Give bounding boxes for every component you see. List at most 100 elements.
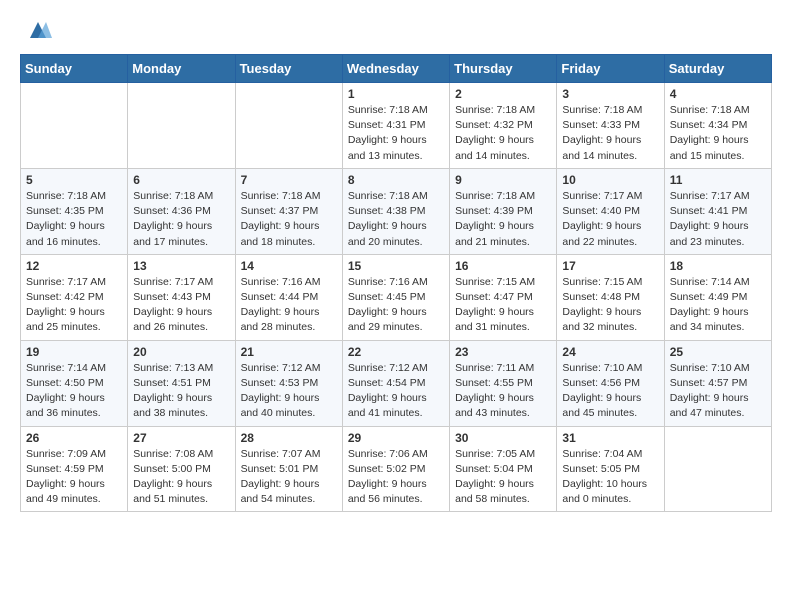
calendar-table: SundayMondayTuesdayWednesdayThursdayFrid…	[20, 54, 772, 512]
day-number: 21	[241, 345, 337, 359]
day-info: Sunrise: 7:11 AM Sunset: 4:55 PM Dayligh…	[455, 361, 551, 422]
logo-icon	[24, 16, 52, 44]
header-cell-sunday: Sunday	[21, 55, 128, 83]
day-info: Sunrise: 7:06 AM Sunset: 5:02 PM Dayligh…	[348, 447, 444, 508]
calendar-cell: 22 Sunrise: 7:12 AM Sunset: 4:54 PM Dayli…	[342, 340, 449, 426]
calendar-cell: 6Sunrise: 7:18 AM Sunset: 4:36 PM Daylig…	[128, 168, 235, 254]
day-info: Sunrise: 7:17 AM Sunset: 4:42 PM Dayligh…	[26, 275, 122, 336]
day-number: 17	[562, 259, 658, 273]
day-info: Sunrise: 7:14 AM Sunset: 4:49 PM Dayligh…	[670, 275, 766, 336]
day-number: 30	[455, 431, 551, 445]
day-number: 11	[670, 173, 766, 187]
day-info: Sunrise: 7:18 AM Sunset: 4:35 PM Dayligh…	[26, 189, 122, 250]
header-cell-monday: Monday	[128, 55, 235, 83]
day-info: Sunrise: 7:05 AM Sunset: 5:04 PM Dayligh…	[455, 447, 551, 508]
logo	[20, 16, 52, 44]
day-number: 2	[455, 87, 551, 101]
page: SundayMondayTuesdayWednesdayThursdayFrid…	[0, 0, 792, 528]
calendar-cell: 13Sunrise: 7:17 AM Sunset: 4:43 PM Dayli…	[128, 254, 235, 340]
calendar-cell: 21Sunrise: 7:12 AM Sunset: 4:53 PM Dayli…	[235, 340, 342, 426]
day-info: Sunrise: 7:18 AM Sunset: 4:38 PM Dayligh…	[348, 189, 444, 250]
calendar-cell: 28Sunrise: 7:07 AM Sunset: 5:01 PM Dayli…	[235, 426, 342, 512]
day-number: 18	[670, 259, 766, 273]
calendar-cell: 25 Sunrise: 7:10 AM Sunset: 4:57 PM Dayli…	[664, 340, 771, 426]
week-row-1: 1 Sunrise: 7:18 AM Sunset: 4:31 PM Daylig…	[21, 83, 772, 169]
day-number: 28	[241, 431, 337, 445]
day-info: Sunrise: 7:18 AM Sunset: 4:34 PM Dayligh…	[670, 103, 766, 164]
calendar-cell: 23 Sunrise: 7:11 AM Sunset: 4:55 PM Dayli…	[450, 340, 557, 426]
calendar-cell: 1 Sunrise: 7:18 AM Sunset: 4:31 PM Daylig…	[342, 83, 449, 169]
calendar-cell	[235, 83, 342, 169]
day-number: 22	[348, 345, 444, 359]
day-number: 12	[26, 259, 122, 273]
day-info: Sunrise: 7:14 AM Sunset: 4:50 PM Dayligh…	[26, 361, 122, 422]
calendar-cell: 10Sunrise: 7:17 AM Sunset: 4:40 PM Dayli…	[557, 168, 664, 254]
day-number: 9	[455, 173, 551, 187]
day-info: Sunrise: 7:18 AM Sunset: 4:39 PM Dayligh…	[455, 189, 551, 250]
day-number: 27	[133, 431, 229, 445]
week-row-3: 12 Sunrise: 7:17 AM Sunset: 4:42 PM Dayli…	[21, 254, 772, 340]
day-number: 7	[241, 173, 337, 187]
day-info: Sunrise: 7:09 AM Sunset: 4:59 PM Dayligh…	[26, 447, 122, 508]
header-cell-saturday: Saturday	[664, 55, 771, 83]
day-number: 5	[26, 173, 122, 187]
day-number: 29	[348, 431, 444, 445]
header-cell-tuesday: Tuesday	[235, 55, 342, 83]
calendar-cell: 26 Sunrise: 7:09 AM Sunset: 4:59 PM Dayli…	[21, 426, 128, 512]
calendar-cell: 31 Sunrise: 7:04 AM Sunset: 5:05 PM Dayli…	[557, 426, 664, 512]
day-number: 15	[348, 259, 444, 273]
day-number: 26	[26, 431, 122, 445]
calendar-cell: 2Sunrise: 7:18 AM Sunset: 4:32 PM Daylig…	[450, 83, 557, 169]
calendar-cell: 5 Sunrise: 7:18 AM Sunset: 4:35 PM Daylig…	[21, 168, 128, 254]
calendar-cell: 12 Sunrise: 7:17 AM Sunset: 4:42 PM Dayli…	[21, 254, 128, 340]
day-info: Sunrise: 7:10 AM Sunset: 4:56 PM Dayligh…	[562, 361, 658, 422]
day-info: Sunrise: 7:17 AM Sunset: 4:43 PM Dayligh…	[133, 275, 229, 336]
day-number: 19	[26, 345, 122, 359]
day-number: 23	[455, 345, 551, 359]
day-info: Sunrise: 7:12 AM Sunset: 4:54 PM Dayligh…	[348, 361, 444, 422]
calendar-cell: 8 Sunrise: 7:18 AM Sunset: 4:38 PM Daylig…	[342, 168, 449, 254]
day-number: 31	[562, 431, 658, 445]
week-row-5: 26 Sunrise: 7:09 AM Sunset: 4:59 PM Dayli…	[21, 426, 772, 512]
calendar-cell: 18 Sunrise: 7:14 AM Sunset: 4:49 PM Dayli…	[664, 254, 771, 340]
calendar-cell: 16Sunrise: 7:15 AM Sunset: 4:47 PM Dayli…	[450, 254, 557, 340]
day-info: Sunrise: 7:18 AM Sunset: 4:33 PM Dayligh…	[562, 103, 658, 164]
day-info: Sunrise: 7:15 AM Sunset: 4:48 PM Dayligh…	[562, 275, 658, 336]
calendar-cell	[664, 426, 771, 512]
day-info: Sunrise: 7:17 AM Sunset: 4:40 PM Dayligh…	[562, 189, 658, 250]
day-number: 16	[455, 259, 551, 273]
day-info: Sunrise: 7:18 AM Sunset: 4:31 PM Dayligh…	[348, 103, 444, 164]
day-number: 6	[133, 173, 229, 187]
day-number: 1	[348, 87, 444, 101]
header	[20, 16, 772, 44]
day-info: Sunrise: 7:10 AM Sunset: 4:57 PM Dayligh…	[670, 361, 766, 422]
calendar-cell: 15 Sunrise: 7:16 AM Sunset: 4:45 PM Dayli…	[342, 254, 449, 340]
calendar-cell: 11 Sunrise: 7:17 AM Sunset: 4:41 PM Dayli…	[664, 168, 771, 254]
calendar-cell: 4 Sunrise: 7:18 AM Sunset: 4:34 PM Daylig…	[664, 83, 771, 169]
day-number: 8	[348, 173, 444, 187]
day-info: Sunrise: 7:04 AM Sunset: 5:05 PM Dayligh…	[562, 447, 658, 508]
calendar-cell: 29 Sunrise: 7:06 AM Sunset: 5:02 PM Dayli…	[342, 426, 449, 512]
day-number: 20	[133, 345, 229, 359]
calendar-cell: 3 Sunrise: 7:18 AM Sunset: 4:33 PM Daylig…	[557, 83, 664, 169]
day-number: 25	[670, 345, 766, 359]
calendar-cell: 14 Sunrise: 7:16 AM Sunset: 4:44 PM Dayli…	[235, 254, 342, 340]
calendar-cell: 19 Sunrise: 7:14 AM Sunset: 4:50 PM Dayli…	[21, 340, 128, 426]
calendar-cell	[128, 83, 235, 169]
calendar-cell: 7 Sunrise: 7:18 AM Sunset: 4:37 PM Daylig…	[235, 168, 342, 254]
header-row: SundayMondayTuesdayWednesdayThursdayFrid…	[21, 55, 772, 83]
header-cell-friday: Friday	[557, 55, 664, 83]
day-number: 14	[241, 259, 337, 273]
calendar-cell: 9 Sunrise: 7:18 AM Sunset: 4:39 PM Daylig…	[450, 168, 557, 254]
day-info: Sunrise: 7:17 AM Sunset: 4:41 PM Dayligh…	[670, 189, 766, 250]
calendar-cell: 27Sunrise: 7:08 AM Sunset: 5:00 PM Dayli…	[128, 426, 235, 512]
week-row-4: 19 Sunrise: 7:14 AM Sunset: 4:50 PM Dayli…	[21, 340, 772, 426]
day-number: 4	[670, 87, 766, 101]
day-number: 3	[562, 87, 658, 101]
day-number: 24	[562, 345, 658, 359]
day-info: Sunrise: 7:16 AM Sunset: 4:45 PM Dayligh…	[348, 275, 444, 336]
day-info: Sunrise: 7:18 AM Sunset: 4:37 PM Dayligh…	[241, 189, 337, 250]
day-info: Sunrise: 7:13 AM Sunset: 4:51 PM Dayligh…	[133, 361, 229, 422]
header-cell-thursday: Thursday	[450, 55, 557, 83]
day-info: Sunrise: 7:16 AM Sunset: 4:44 PM Dayligh…	[241, 275, 337, 336]
